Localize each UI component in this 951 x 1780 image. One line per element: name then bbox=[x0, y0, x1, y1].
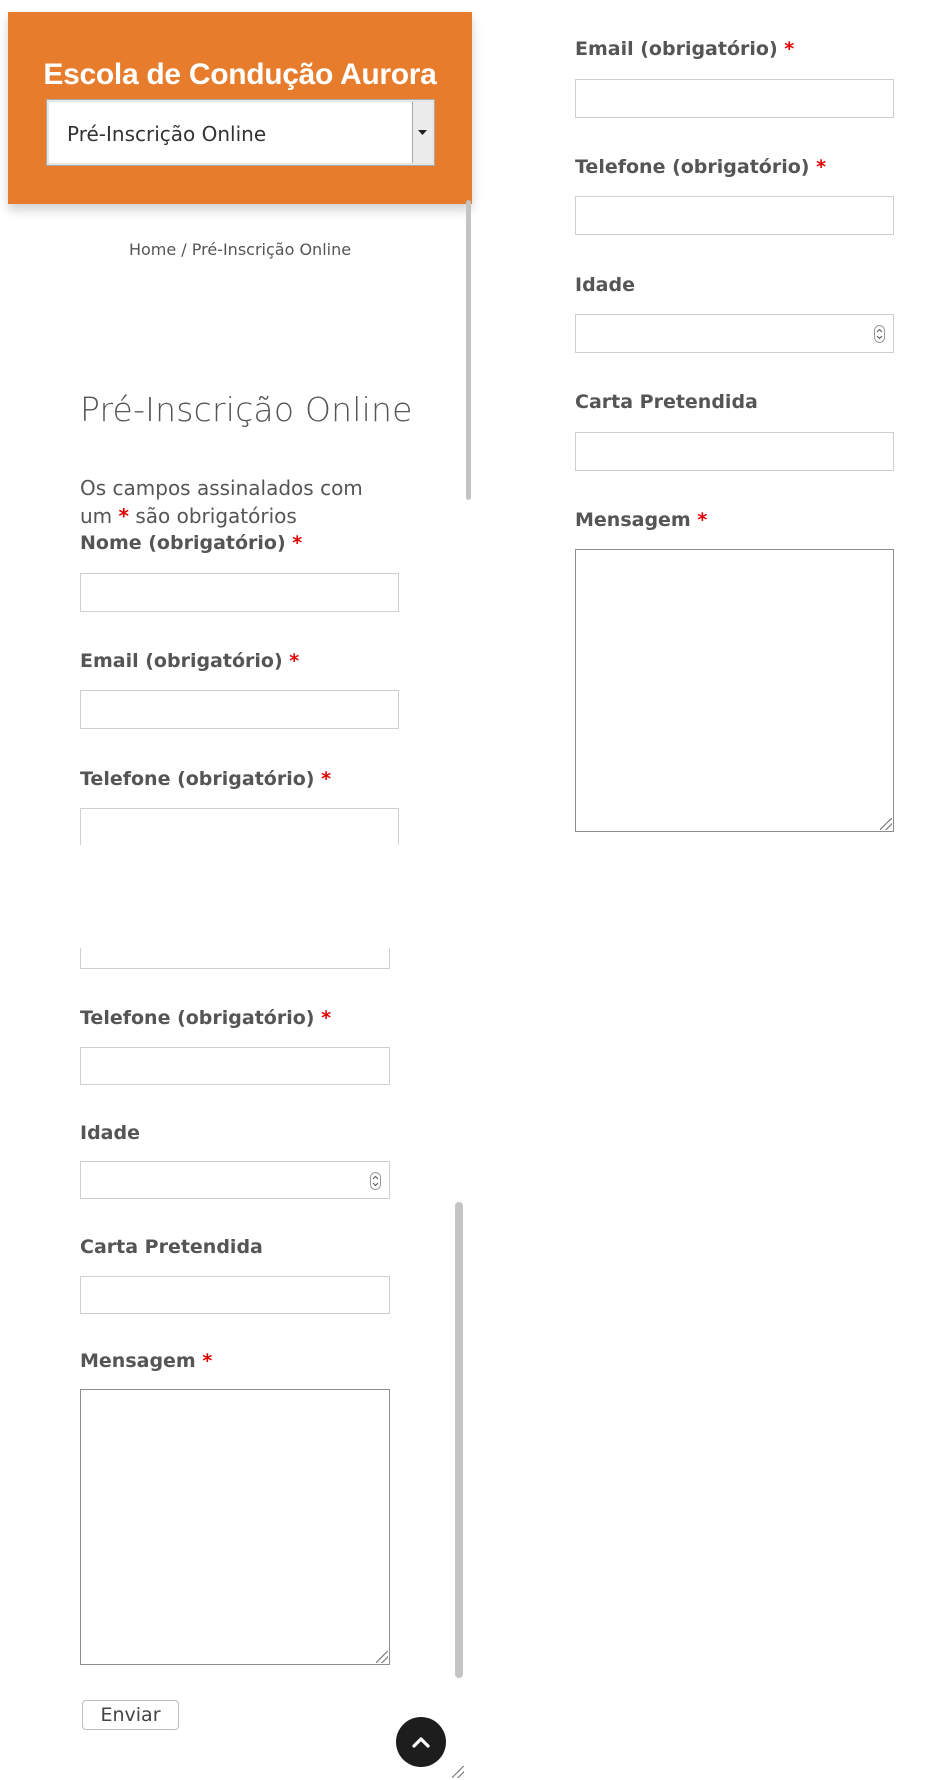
phone-input[interactable] bbox=[80, 1047, 390, 1085]
navigation-select[interactable]: Pré-Inscrição Online bbox=[46, 99, 435, 166]
number-spinner-icon[interactable] bbox=[370, 1172, 381, 1190]
license-label: Carta Pretendida bbox=[80, 1236, 263, 1258]
phone-label: Telefone (obrigatório) * bbox=[80, 768, 332, 790]
phone-label: Telefone (obrigatório) * bbox=[575, 156, 827, 178]
phone-input[interactable] bbox=[80, 808, 399, 847]
breadcrumb-home-link[interactable]: Home bbox=[129, 240, 176, 259]
age-label: Idade bbox=[80, 1122, 140, 1144]
license-input[interactable] bbox=[575, 432, 894, 471]
email-input[interactable] bbox=[80, 690, 399, 729]
breadcrumb: Home / Pré-Inscrição Online bbox=[8, 240, 472, 259]
chevron-down-icon[interactable] bbox=[412, 102, 432, 163]
panel-gap bbox=[0, 845, 951, 951]
page-title: Pré-Inscrição Online bbox=[80, 390, 413, 429]
message-textarea[interactable] bbox=[80, 1389, 390, 1665]
name-input[interactable] bbox=[80, 573, 399, 612]
scrollbar-thumb[interactable] bbox=[455, 1202, 463, 1678]
age-label: Idade bbox=[575, 274, 635, 296]
breadcrumb-separator: / bbox=[176, 240, 192, 259]
resize-handle-icon[interactable] bbox=[452, 1766, 464, 1778]
site-title[interactable]: Escola de Condução Aurora bbox=[8, 58, 472, 92]
chevron-up-icon bbox=[412, 1737, 430, 1748]
breadcrumb-current: Pré-Inscrição Online bbox=[191, 240, 352, 259]
license-input[interactable] bbox=[80, 1276, 390, 1314]
resize-handle-icon[interactable] bbox=[880, 818, 892, 830]
message-label: Mensagem * bbox=[575, 509, 708, 531]
navigation-select-value: Pré-Inscrição Online bbox=[67, 122, 267, 146]
phone-label: Telefone (obrigatório) * bbox=[80, 1007, 332, 1029]
required-fields-note: Os campos assinalados com um * são obrig… bbox=[80, 474, 390, 530]
license-label: Carta Pretendida bbox=[575, 391, 758, 413]
age-input[interactable] bbox=[80, 1161, 390, 1199]
message-label: Mensagem * bbox=[80, 1350, 213, 1372]
resize-handle-icon[interactable] bbox=[376, 1651, 388, 1663]
submit-button[interactable]: Enviar bbox=[82, 1700, 179, 1730]
required-star: * bbox=[118, 504, 129, 528]
message-textarea[interactable] bbox=[575, 549, 894, 832]
email-input-partial[interactable] bbox=[80, 948, 390, 969]
name-label: Nome (obrigatório) * bbox=[80, 532, 303, 554]
site-header: Escola de Condução Aurora Pré-Inscrição … bbox=[8, 12, 472, 204]
email-label: Email (obrigatório) * bbox=[80, 650, 300, 672]
number-spinner-icon[interactable] bbox=[874, 325, 885, 343]
email-input[interactable] bbox=[575, 79, 894, 118]
age-input[interactable] bbox=[575, 314, 894, 353]
email-label: Email (obrigatório) * bbox=[575, 38, 795, 60]
back-to-top-button[interactable] bbox=[396, 1717, 446, 1767]
scrollbar-thumb[interactable] bbox=[466, 200, 471, 500]
phone-input[interactable] bbox=[575, 196, 894, 235]
required-note-text: são obrigatórios bbox=[128, 504, 297, 528]
